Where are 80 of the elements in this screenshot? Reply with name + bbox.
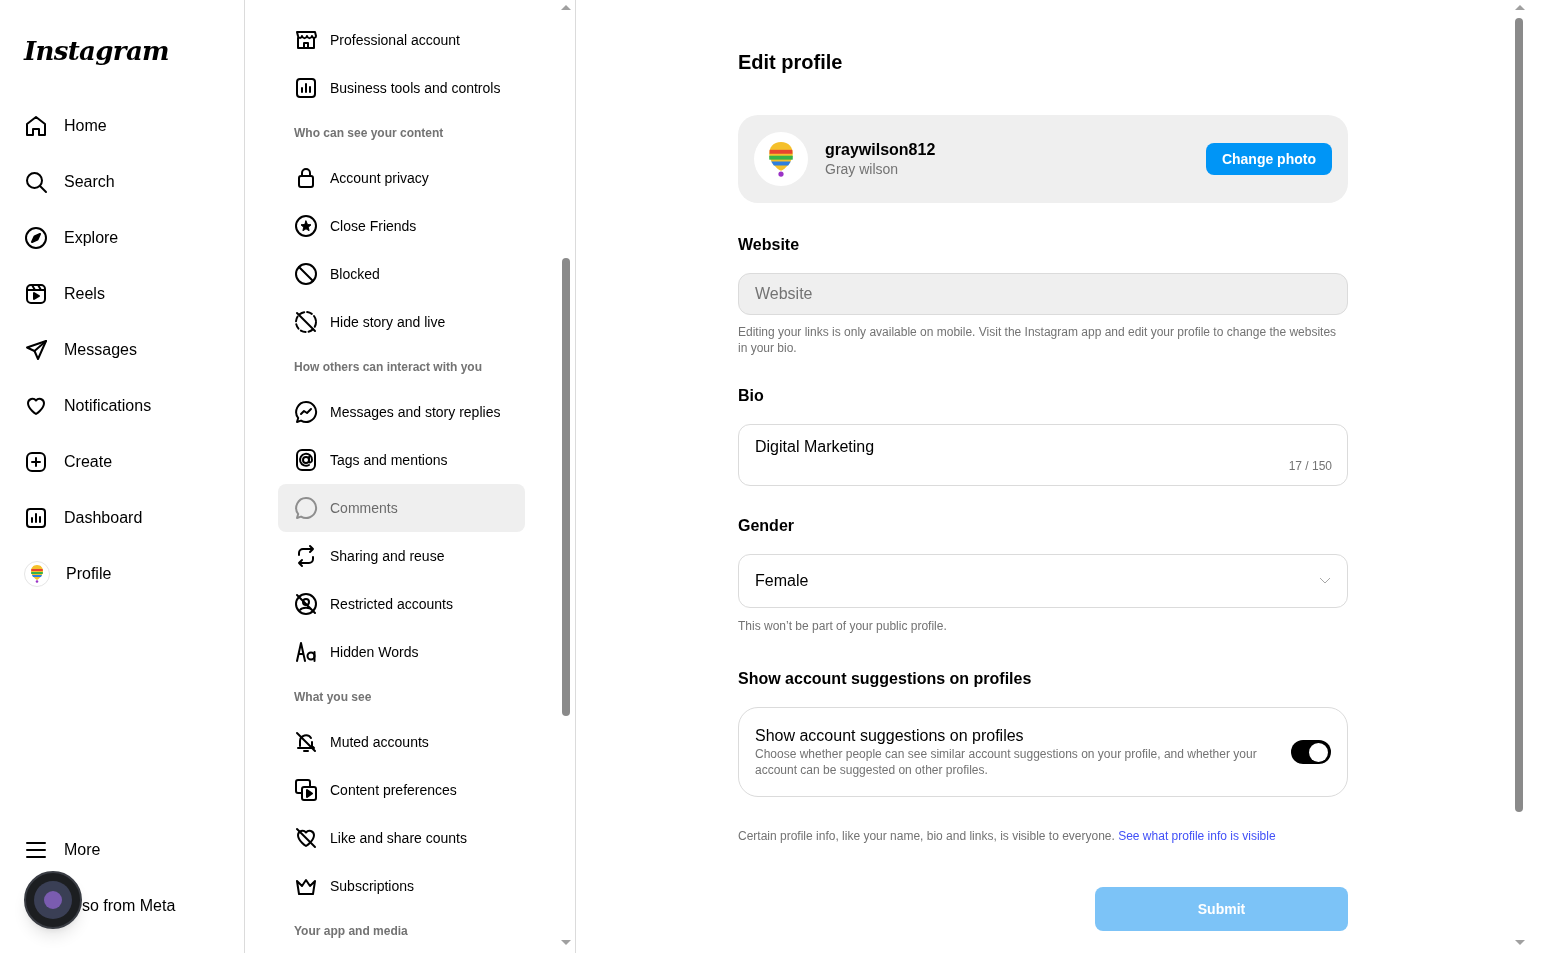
section-heading: How others can interact with you <box>293 359 484 376</box>
letters-icon <box>294 640 318 664</box>
nav-item[interactable]: Explore <box>12 214 232 262</box>
section-heading: Show account suggestions on profiles <box>738 669 1033 689</box>
setting-description: Choose whether people can see similar account suggestions on your profile, and whether your account can be suggested on other profiles. <box>755 746 1258 778</box>
nav-item[interactable]: Reels <box>12 270 232 318</box>
nav-item[interactable]: so from Meta <box>12 882 232 930</box>
scrollbar-up-arrow[interactable] <box>1515 5 1525 10</box>
media-stack-icon <box>294 778 318 802</box>
settings-menu-item[interactable]: Hidden Words <box>278 628 525 676</box>
reels-icon <box>24 282 48 306</box>
section-heading: Your app and media <box>293 923 409 940</box>
field-label: Bio <box>738 386 765 406</box>
nav-item[interactable]: Notifications <box>12 382 232 430</box>
star-circle-icon <box>294 214 318 238</box>
select-value: Female <box>755 571 809 591</box>
field-label: Gender <box>738 516 795 536</box>
settings-menu-item[interactable]: Subscriptions <box>278 862 525 910</box>
section-heading: What you see <box>293 689 373 706</box>
settings-menu-item[interactable]: Content preferences <box>278 766 525 814</box>
nav-item[interactable]: Dashboard <box>12 494 232 542</box>
page-title: Edit profile <box>738 50 844 75</box>
nav-item[interactable]: Search <box>12 158 232 206</box>
settings-menu-item[interactable]: Comments <box>278 484 525 532</box>
settings-menu-item[interactable]: Professional account <box>278 16 525 64</box>
nav-item[interactable]: Home <box>12 102 232 150</box>
instagram-logo[interactable]: Instagram <box>24 34 169 68</box>
bar-chart-icon <box>24 506 48 530</box>
gender-select[interactable]: Female <box>738 554 1348 608</box>
settings-menu-item[interactable]: Close Friends <box>278 202 525 250</box>
username: graywilson812 <box>825 140 937 160</box>
slashed-dashed-circle-icon <box>294 310 318 334</box>
full-name: Gray wilson <box>825 160 900 178</box>
scrollbar-down-arrow[interactable] <box>561 940 571 945</box>
chevron-down-icon <box>1319 577 1331 585</box>
help-text: Editing your links is only available on mobile. Visit the Instagram app and edit your profile to change the websites in your bio. <box>738 324 1338 356</box>
setting-title: Show account suggestions on profiles <box>755 726 1025 746</box>
at-sign-icon <box>294 448 318 472</box>
scrollbar-down-arrow[interactable] <box>1515 940 1525 945</box>
settings-menu-item[interactable]: Blocked <box>278 250 525 298</box>
settings-menu-item[interactable]: Sharing and reuse <box>278 532 525 580</box>
slashed-heart-icon <box>294 826 318 850</box>
muted-bell-icon <box>294 730 318 754</box>
profile-info-link[interactable]: See what profile info is visible <box>1118 829 1276 843</box>
toggle-switch[interactable] <box>1291 740 1331 764</box>
storefront-icon <box>294 28 318 52</box>
bio-field[interactable]: Digital Marketing 17 / 150 <box>738 424 1348 486</box>
more-menu-item[interactable]: More <box>12 826 232 874</box>
scrollbar-up-arrow[interactable] <box>561 5 571 10</box>
comment-bubble-icon <box>294 496 318 520</box>
home-icon <box>24 114 48 138</box>
plus-square-icon <box>24 450 48 474</box>
restricted-user-icon <box>294 592 318 616</box>
settings-menu-item[interactable]: Like and share counts <box>278 814 525 862</box>
settings-menu-item[interactable]: Account privacy <box>278 154 525 202</box>
settings-menu-item[interactable]: Muted accounts <box>278 718 525 766</box>
balloon-avatar-icon <box>24 561 50 587</box>
nav-item[interactable]: Profile <box>12 550 232 598</box>
nav-item[interactable]: Create <box>12 438 232 486</box>
character-counter: 17 / 150 <box>1288 458 1332 475</box>
compass-icon <box>24 226 48 250</box>
settings-menu-item[interactable]: Messages and story replies <box>278 388 525 436</box>
help-text: This won’t be part of your public profile. <box>738 618 948 635</box>
chat-bubble-icon <box>294 400 318 424</box>
settings-menu-item[interactable]: Business tools and controls <box>278 64 525 112</box>
paper-plane-icon <box>24 338 48 362</box>
settings-menu-item[interactable]: Restricted accounts <box>278 580 525 628</box>
scrollbar-thumb[interactable] <box>1515 18 1523 812</box>
floating-assistant-button[interactable] <box>24 871 82 929</box>
blocked-icon <box>294 262 318 286</box>
bar-chart-icon <box>294 76 318 100</box>
bio-text: Digital Marketing <box>755 438 875 455</box>
settings-menu-item[interactable]: Tags and mentions <box>278 436 525 484</box>
settings-menu-item[interactable]: Hide story and live <box>278 298 525 346</box>
scrollbar-thumb[interactable] <box>562 258 570 716</box>
field-label: Website <box>738 235 801 255</box>
section-heading: Who can see your content <box>293 125 445 142</box>
search-icon <box>24 170 48 194</box>
info-text: Certain profile info, like your name, bio and links, is visible to everyone. See what profile info is visible <box>738 828 1277 845</box>
nav-item[interactable]: Messages <box>12 326 232 374</box>
